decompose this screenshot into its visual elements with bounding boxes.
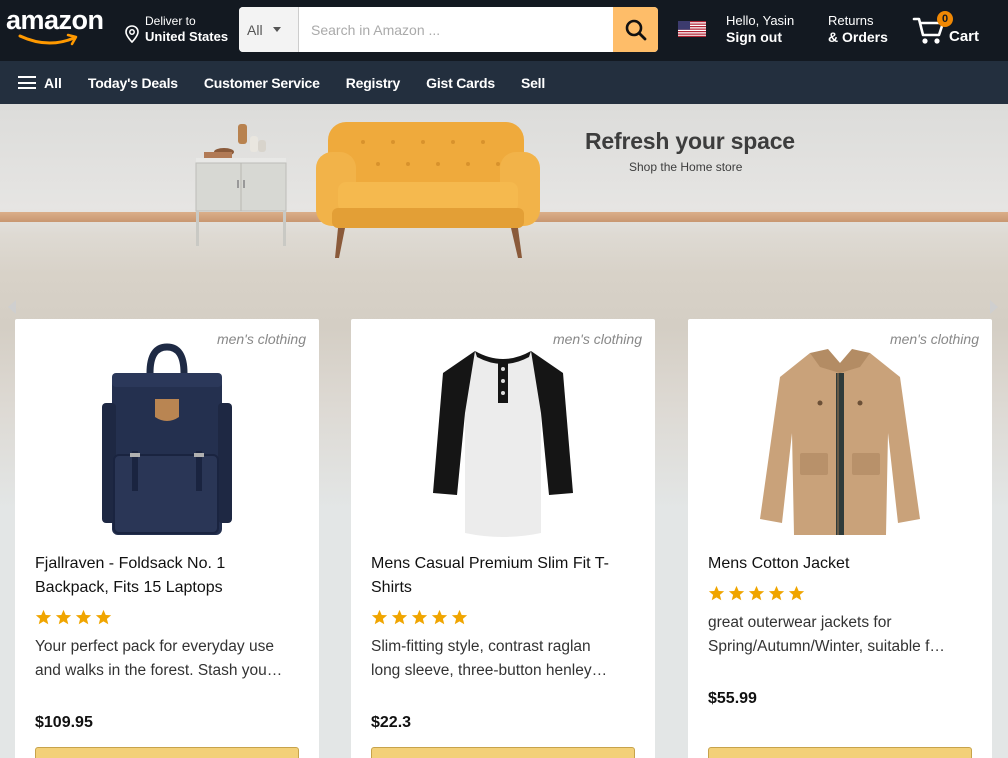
- search-icon: [625, 19, 646, 40]
- product-image-jacket[interactable]: [688, 343, 992, 543]
- returns-label: Returns: [828, 13, 874, 28]
- star-icon: [748, 585, 765, 601]
- star-icon: [788, 585, 805, 601]
- product-rating: [708, 585, 805, 602]
- product-card[interactable]: men's clothing Mens Cotton Jacket great …: [688, 319, 992, 758]
- nav-item-todays-deals[interactable]: Today's Deals: [88, 75, 178, 91]
- product-description: Your perfect pack for everyday use and w…: [35, 638, 283, 679]
- product-description: Slim-fitting style, contrast raglan long…: [371, 638, 608, 679]
- hero-cabinet-image: [195, 124, 287, 246]
- product-price: $109.95: [35, 714, 93, 731]
- logo-text: amazon: [6, 5, 104, 35]
- deliver-label: Deliver to: [145, 14, 196, 28]
- product-price: $55.99: [708, 690, 757, 707]
- location-pin-icon: [125, 25, 139, 43]
- nav-item-gift-cards[interactable]: Gist Cards: [426, 75, 495, 91]
- search-category-value: All: [247, 21, 263, 38]
- hero-title: Refresh your space: [585, 128, 795, 154]
- add-to-basket-button[interactable]: [371, 747, 635, 758]
- product-card[interactable]: men's clothing Mens Casual Premium Slim …: [351, 319, 655, 758]
- deliver-location: United States: [145, 29, 229, 44]
- top-header: amazon Deliver to United States All Sear…: [0, 0, 1008, 61]
- product-image-backpack[interactable]: [15, 343, 319, 543]
- product-price: $22.3: [371, 714, 412, 731]
- nav-item-customer-service[interactable]: Customer Service: [204, 75, 320, 91]
- orders-label: & Orders: [828, 29, 888, 45]
- nav-item-registry[interactable]: Registry: [346, 75, 401, 91]
- nav-all-menu[interactable]: All: [18, 75, 62, 91]
- product-description: great outerwear jackets for Spring/Autum…: [708, 614, 945, 655]
- smile-arrow-icon: [18, 33, 78, 46]
- star-icon: [55, 609, 72, 625]
- add-to-basket-button[interactable]: [708, 747, 972, 758]
- returns-orders[interactable]: Returns & Orders: [828, 13, 888, 45]
- product-rating: [371, 609, 468, 626]
- star-icon: [95, 609, 112, 625]
- product-card[interactable]: men's clothing Fjallraven - Foldsack No.…: [15, 319, 319, 758]
- star-icon: [768, 585, 785, 601]
- search-bar: All: [239, 7, 658, 52]
- search-category-select[interactable]: All: [239, 7, 299, 52]
- hamburger-menu-icon: [18, 76, 36, 89]
- caret-down-icon: [272, 27, 281, 32]
- star-icon: [75, 609, 92, 625]
- us-flag-icon[interactable]: [678, 21, 706, 37]
- star-icon: [411, 609, 428, 625]
- amazon-logo[interactable]: amazon: [6, 6, 106, 46]
- carousel-next-icon[interactable]: [990, 300, 998, 314]
- product-image-shirt[interactable]: [351, 343, 655, 543]
- star-icon: [391, 609, 408, 625]
- product-title[interactable]: Fjallraven - Foldsack No. 1 Backpack, Fi…: [35, 552, 305, 600]
- hero-subtitle: Shop the Home store: [629, 160, 743, 174]
- add-to-basket-button[interactable]: [35, 747, 299, 758]
- star-icon: [708, 585, 725, 601]
- cart-count-badge: 0: [937, 11, 953, 27]
- nav-bar: All Today's Deals Customer Service Regis…: [0, 61, 1008, 104]
- star-icon: [728, 585, 745, 601]
- nav-all-label: All: [44, 74, 62, 91]
- account-greeting: Hello, Yasin: [726, 13, 795, 28]
- cart-label: Cart: [949, 28, 980, 45]
- cart-button[interactable]: 0 Cart: [912, 10, 992, 50]
- product-rating: [35, 609, 112, 626]
- product-title[interactable]: Mens Casual Premium Slim Fit T- Shirts: [371, 552, 641, 600]
- star-icon: [431, 609, 448, 625]
- search-button[interactable]: [613, 7, 658, 52]
- search-input[interactable]: [299, 7, 613, 52]
- account-menu[interactable]: Hello, Yasin Sign out: [726, 13, 794, 45]
- star-icon: [371, 609, 388, 625]
- nav-item-sell[interactable]: Sell: [521, 75, 545, 91]
- sign-out-link[interactable]: Sign out: [726, 29, 794, 45]
- hero-sofa-image: [316, 122, 540, 258]
- product-title[interactable]: Mens Cotton Jacket: [708, 552, 978, 576]
- star-icon: [35, 609, 52, 625]
- star-icon: [451, 609, 468, 625]
- carousel-prev-icon[interactable]: [8, 300, 16, 314]
